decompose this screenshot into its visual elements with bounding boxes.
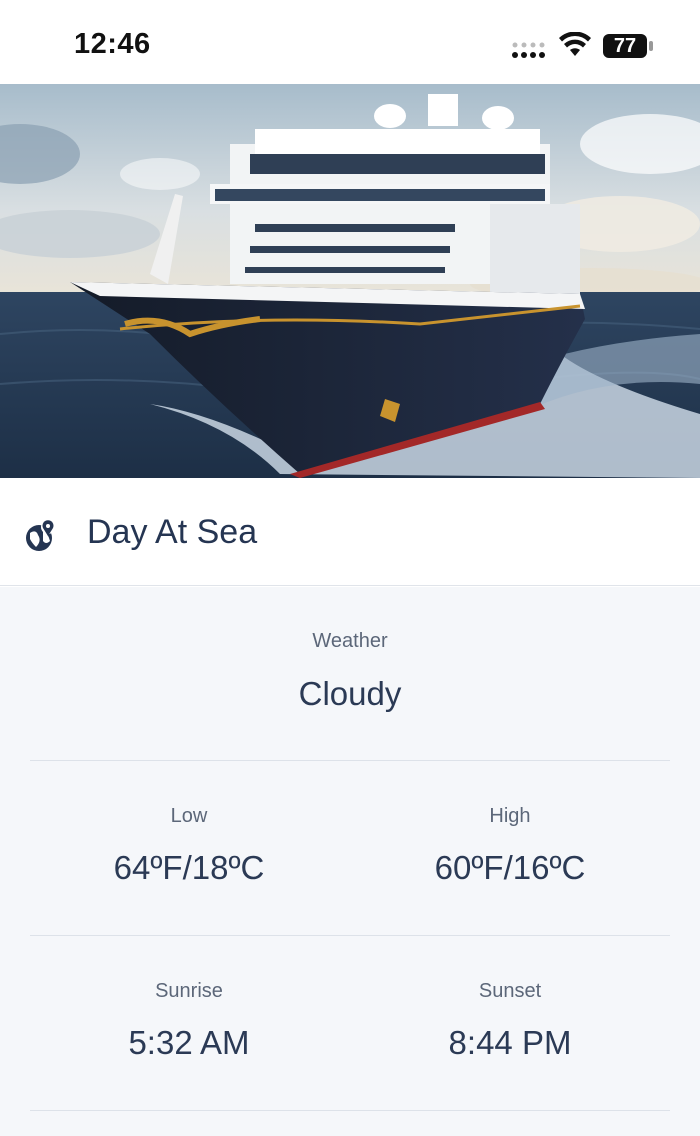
cellular-signal-icon (512, 42, 545, 58)
battery-level: 77 (613, 35, 637, 57)
sunset-value: 8:44 PM (448, 1024, 572, 1061)
status-time: 12:46 (74, 28, 151, 60)
battery-icon: 77 (602, 33, 654, 59)
low-temp-value: 64ºF/18ºC (113, 849, 265, 886)
page-title: Day At Sea (87, 513, 258, 551)
status-bar: 12:46 77 (0, 0, 700, 84)
sunrise-label: Sunrise (155, 980, 223, 1002)
divider (30, 1110, 670, 1111)
sunset-label: Sunset (478, 980, 542, 1002)
divider (30, 935, 670, 936)
high-temp-value: 60ºF/16ºC (434, 849, 586, 886)
divider (30, 760, 670, 761)
high-temp-label: High (489, 805, 531, 827)
globe-pin-icon (26, 520, 55, 551)
sunrise-value: 5:32 AM (128, 1024, 250, 1061)
hero-image (0, 84, 700, 478)
weather-value: Cloudy (298, 675, 402, 712)
wifi-icon (559, 32, 591, 56)
cruise-ship-image (0, 84, 700, 478)
low-temp-label: Low (170, 805, 208, 827)
weather-label: Weather (312, 630, 388, 652)
